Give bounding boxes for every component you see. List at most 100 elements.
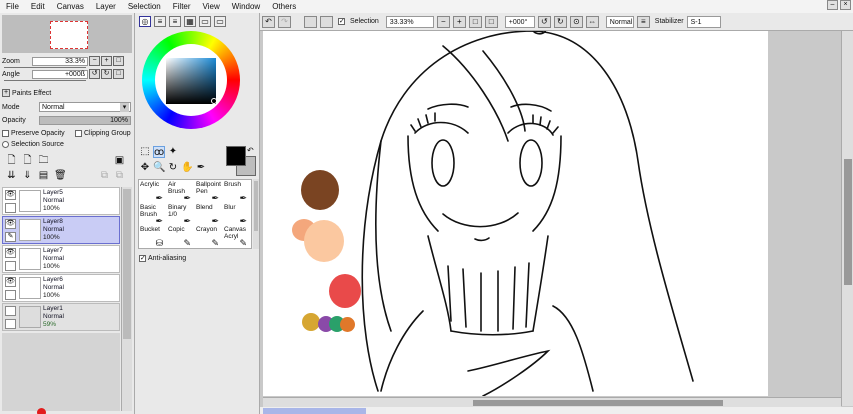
rotate-left-icon[interactable]: ↺ [537,15,551,28]
zoom-out-icon[interactable]: − [436,15,450,28]
blend-mode-field[interactable]: Normal [605,15,634,28]
hand-icon[interactable]: ✋ [181,162,193,174]
eye-icon[interactable]: 👁 [5,248,16,258]
swap-colors-icon[interactable]: ↶ [247,146,254,155]
brush-copic[interactable]: Copic ✎ [168,226,192,248]
vertical-scroll-thumb[interactable] [844,159,852,285]
rotate-right-icon[interactable]: ↻ [101,69,112,79]
pen-icon[interactable]: ✎ [5,232,16,242]
color-wheel-tab-icon[interactable]: ◎ [139,16,151,27]
eyedropper-icon[interactable]: ✒ [195,162,207,174]
menu-file[interactable]: File [0,0,25,13]
selection-checkbox[interactable]: ✓ [338,18,345,25]
layer-item-selected[interactable]: 👁 ✎ Layer8 Normal 100% [2,216,120,244]
angle-slider[interactable] [4,80,86,84]
brush-brush[interactable]: Brush ✒ [224,181,248,203]
navigator[interactable] [2,15,132,53]
zoom-in-icon[interactable]: + [452,15,466,28]
lock-toggle[interactable] [5,319,16,329]
menu-selection[interactable]: Selection [122,0,167,13]
stabilizer-select[interactable]: S-1 [686,15,721,28]
eye-icon[interactable]: 👁 [5,190,16,200]
mode-select[interactable]: Normal [39,102,131,112]
menu-view[interactable]: View [197,0,226,13]
transfer-down-icon[interactable]: ⇊ [6,170,17,182]
lasso-icon[interactable]: ꝏ [153,146,165,158]
layer-item[interactable]: 👁 Layer6 Normal 100% [2,274,120,302]
new-vector-layer-icon[interactable]: 🗋 [22,155,33,167]
brush-airbrush[interactable]: Air Brush ✒ [168,181,192,203]
rotate-right-icon[interactable]: ↻ [553,15,567,28]
angle-field[interactable]: +000° [504,15,535,28]
eye-toggle[interactable] [5,306,16,316]
brush-acrylic[interactable]: Acrylic ✒ [140,181,164,203]
foreground-color-swatch[interactable] [226,146,246,166]
undo-icon[interactable]: ↶ [262,15,275,28]
clipping-group-label[interactable]: Clipping Group [84,130,131,137]
expand-icon[interactable]: + [2,89,10,97]
merge-down-icon[interactable]: ⇓ [22,170,33,182]
zoom-reset-icon[interactable]: □ [468,15,482,28]
brushes-scroll-thumb[interactable] [254,181,258,231]
color-history-tab-icon[interactable]: ▭ [214,16,226,27]
layers-scrollbar[interactable] [121,187,132,411]
saturation-value-square[interactable] [166,58,217,104]
selection-label[interactable]: Selection [350,18,379,25]
brush-blur[interactable]: Blur ✒ [224,204,248,226]
brush-ballpoint[interactable]: Ballpoint Pen ✒ [196,181,221,203]
menu-others[interactable]: Others [266,0,302,13]
brush-canvas-acryl[interactable]: Canvas Acryl ✎ [224,226,248,248]
zoom-icon[interactable]: 🔍 [153,162,165,174]
move-icon[interactable]: ✥ [139,162,151,174]
mask-apply-icon[interactable]: ⧉ [99,170,110,182]
canvas-vertical-scrollbar[interactable] [841,31,853,406]
clear-layer-icon[interactable]: ▤ [38,170,49,182]
eye-icon[interactable]: 👁 [5,219,16,229]
paints-effect-row[interactable]: + Paints Effect [2,89,51,97]
color-wheel[interactable] [142,31,240,129]
magic-wand-icon[interactable]: ✦ [167,146,179,158]
rotate-icon[interactable]: ↻ [167,162,179,174]
brushes-scrollbar[interactable] [253,179,259,249]
paints-effect-label[interactable]: Paints Effect [12,90,51,97]
layer-mask-icon[interactable]: ▣ [114,155,125,167]
hsv-slider-tab-icon[interactable]: ≡ [169,16,181,27]
layer-item[interactable]: 👁 Layer7 Normal 100% [2,245,120,273]
invert-selection-icon[interactable] [320,15,333,28]
new-layer-icon[interactable]: 🗋 [6,155,17,167]
flip-icon[interactable]: ⇔ [585,15,599,28]
navigator-viewport[interactable] [50,21,88,49]
layer-item[interactable]: 👁 Layer5 Normal 100% [2,187,120,215]
delete-layer-icon[interactable]: 🗑 [54,170,67,182]
mode-toggle-icon[interactable]: ≡ [636,15,650,28]
menu-filter[interactable]: Filter [167,0,197,13]
lock-toggle[interactable] [5,290,16,300]
layers-scroll-thumb[interactable] [123,189,131,339]
zoom-value[interactable]: 33.3% [32,56,88,66]
lock-toggle[interactable] [5,261,16,271]
brush-basic[interactable]: Basic Brush ✒ [140,204,164,226]
horizontal-scroll-thumb[interactable] [473,400,723,406]
new-folder-icon[interactable]: 🗀 [38,155,49,167]
menu-layer[interactable]: Layer [90,0,122,13]
rect-select-icon[interactable]: ⬚ [139,146,151,158]
color-picker-marker[interactable] [211,98,217,104]
selection-source-label[interactable]: Selection Source [11,141,64,148]
scratchpad-tab-icon[interactable]: ▭ [199,16,211,27]
brush-bucket[interactable]: Bucket ⛁ [140,226,164,248]
anti-aliasing-label[interactable]: Anti-aliasing [148,255,186,262]
zoom-out-icon[interactable]: − [89,56,100,66]
clipping-group-checkbox[interactable] [75,130,82,137]
rotate-left-icon[interactable]: ↺ [89,69,100,79]
minimize-icon[interactable]: – [827,0,838,10]
zoom-in-icon[interactable]: + [101,56,112,66]
lock-toggle[interactable] [5,203,16,213]
mask-delete-icon[interactable]: ⧉ [114,170,125,182]
drawing-canvas[interactable] [263,26,768,397]
angle-value[interactable]: +000ß [32,69,88,79]
redo-icon[interactable]: ↷ [278,15,291,28]
brush-crayon[interactable]: Crayon ✎ [196,226,220,248]
close-icon[interactable]: × [840,0,851,10]
menu-canvas[interactable]: Canvas [51,0,90,13]
anti-aliasing-checkbox[interactable]: ✓ [139,255,146,262]
